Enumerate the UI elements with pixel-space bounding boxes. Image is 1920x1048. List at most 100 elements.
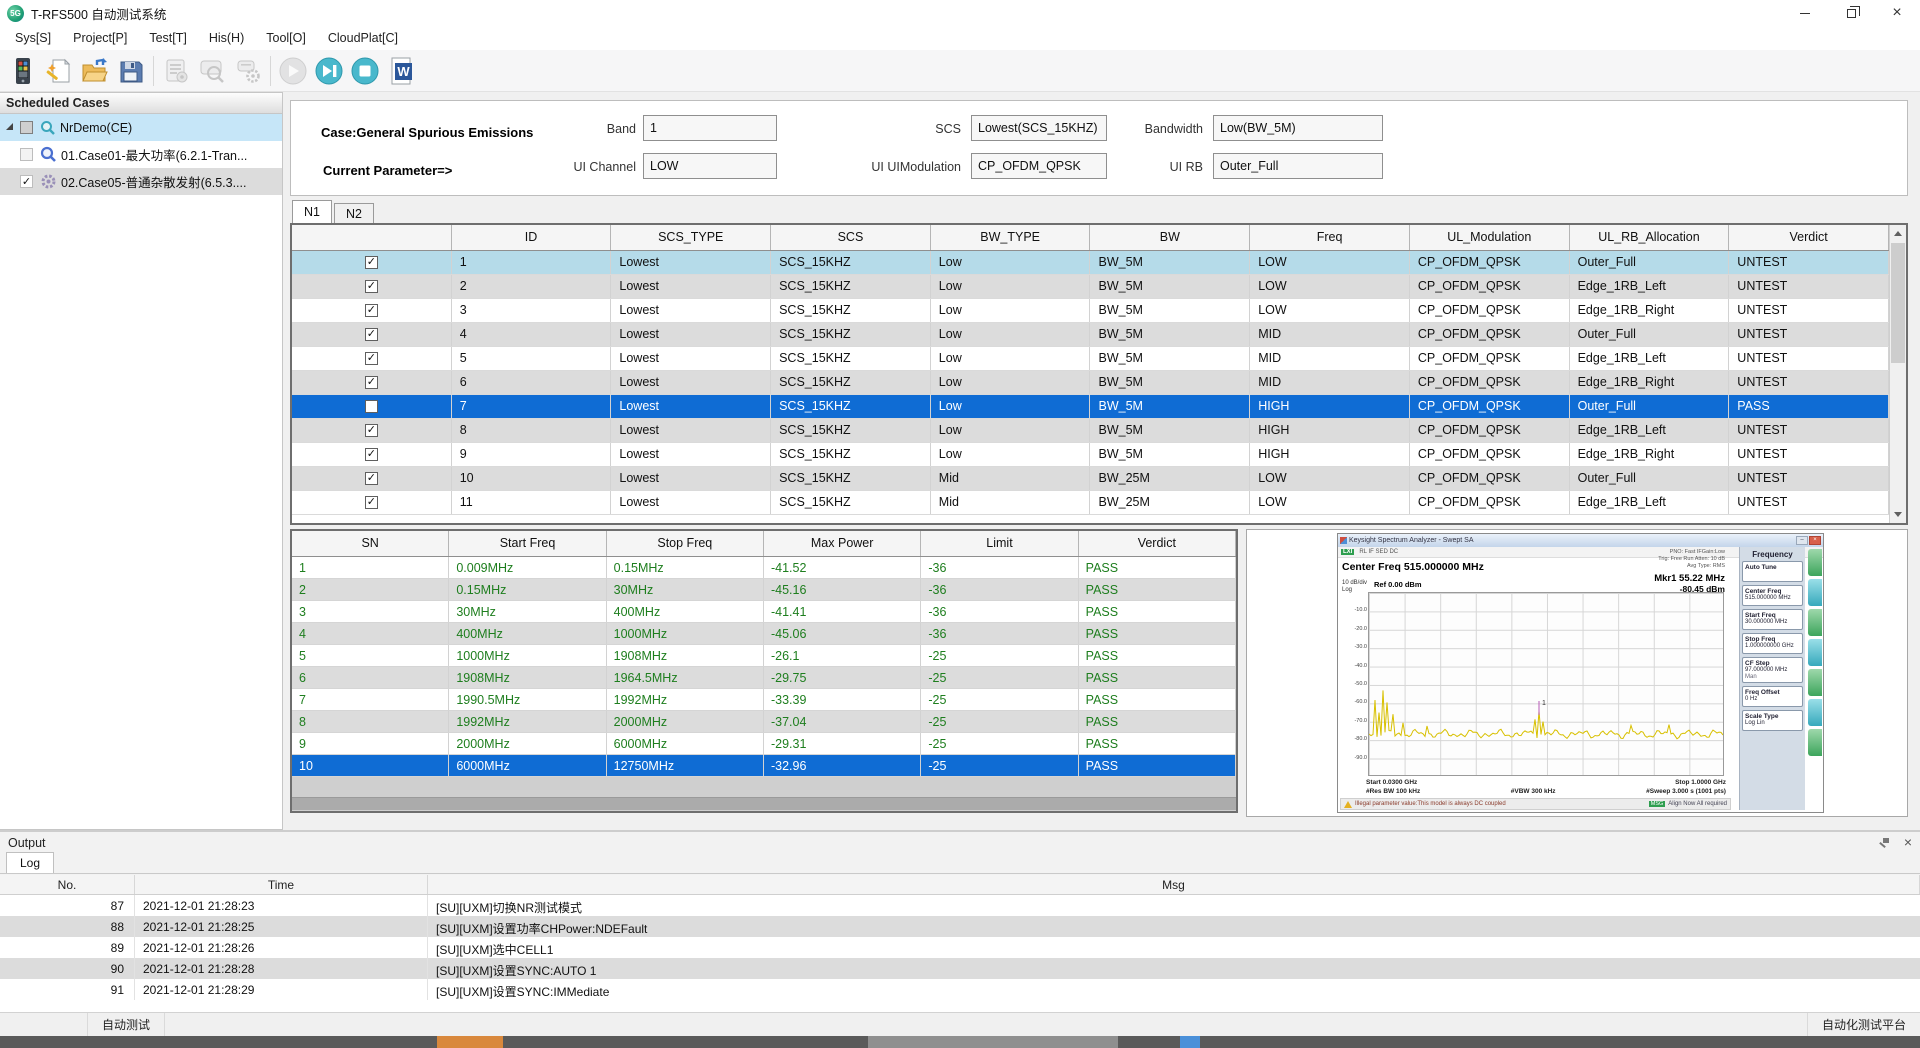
row-checkbox[interactable] [365,472,378,485]
tree-checkbox[interactable] [20,121,33,134]
resume-icon[interactable] [311,53,347,89]
cell: Lowest [611,371,771,394]
sidebar-header: Scheduled Cases [0,93,282,114]
table-row[interactable]: 1LowestSCS_15KHZLowBW_5MLOWCP_OFDM_QPSKO… [292,251,1889,275]
row-checkbox[interactable] [365,304,378,317]
scrollbar-thumb[interactable] [1891,243,1905,363]
tree-item-case01[interactable]: 01.Case01-最大功率(6.2.1-Tran... [0,141,282,168]
tab-log[interactable]: Log [6,852,54,873]
tab-n1[interactable]: N1 [292,200,332,223]
tree-expander-icon[interactable] [6,123,13,130]
scroll-down-button[interactable] [1890,506,1906,523]
ui-rb-field[interactable]: Outer_Full [1213,153,1383,179]
scroll-up-button[interactable] [1890,225,1906,242]
cell: MID [1250,371,1410,394]
log-row[interactable]: 902021-12-01 21:28:28[SU][UXM]设置SYNC:AUT… [0,958,1920,979]
minimize-button[interactable] [1782,0,1828,26]
row-checkbox[interactable] [365,448,378,461]
softkey-value: 515.000000 MHz [1745,595,1791,601]
log-row[interactable]: 912021-12-01 21:28:29[SU][UXM]设置SYNC:IMM… [0,979,1920,1000]
log-row[interactable]: 882021-12-01 21:28:25[SU][UXM]设置功率CHPowe… [0,916,1920,937]
cell: 4 [292,623,449,644]
table-row[interactable]: 71990.5MHz1992MHz-33.39-25PASS [292,689,1236,711]
menu-item-projectp[interactable]: Project[P] [62,28,138,48]
analyzer-title-bar: Keysight Spectrum Analyzer - Swept SA –× [1338,534,1823,547]
restore-button[interactable] [1828,0,1874,26]
device-phone-icon[interactable] [5,53,41,89]
table-row[interactable]: 2LowestSCS_15KHZLowBW_5MLOWCP_OFDM_QPSKE… [292,275,1889,299]
close-output-icon[interactable] [1904,836,1912,850]
save-icon[interactable] [113,53,149,89]
table-row[interactable]: 61908MHz1964.5MHz-29.75-25PASS [292,667,1236,689]
pin-icon[interactable] [1878,837,1890,849]
row-checkbox[interactable] [365,328,378,341]
vertical-scrollbar[interactable] [1889,225,1906,523]
table-row[interactable]: 8LowestSCS_15KHZLowBW_5MHIGHCP_OFDM_QPSK… [292,419,1889,443]
table-row[interactable]: 4400MHz1000MHz-45.06-36PASS [292,623,1236,645]
menu-item-cloudplatc[interactable]: CloudPlat[C] [317,28,409,48]
side-tab [1808,579,1822,606]
table-row[interactable]: 10LowestSCS_15KHZMidBW_25MLOWCP_OFDM_QPS… [292,467,1889,491]
table-row[interactable]: 10.009MHz0.15MHz-41.52-36PASS [292,557,1236,579]
close-button[interactable] [1874,0,1920,26]
softkey-title: Center Freq [1745,588,1800,595]
cell: 1000MHz [607,623,764,644]
tree-item-nrdemo[interactable]: NrDemo(CE) [0,114,282,141]
row-checkbox[interactable] [365,280,378,293]
analyzer-window-title: Keysight Spectrum Analyzer - Swept SA [1349,537,1474,544]
softkey-value: 30.000000 MHz [1745,619,1787,625]
table-row[interactable]: 92000MHz6000MHz-29.31-25PASS [292,733,1236,755]
tree-checkbox[interactable] [20,175,33,188]
log-row[interactable]: 872021-12-01 21:28:23[SU][UXM]切换NR测试模式 [0,895,1920,916]
bandwidth-field[interactable]: Low(BW_5M) [1213,115,1383,141]
menu-item-testt[interactable]: Test[T] [138,28,198,48]
checkbox-cell [292,467,452,490]
table-row[interactable]: 9LowestSCS_15KHZLowBW_5MHIGHCP_OFDM_QPSK… [292,443,1889,467]
ui-channel-field[interactable]: LOW [643,153,777,179]
cell: Lowest [611,323,771,346]
band-field[interactable]: 1 [643,115,777,141]
row-checkbox[interactable] [365,424,378,437]
table-row[interactable]: 5LowestSCS_15KHZLowBW_5MMIDCP_OFDM_QPSKE… [292,347,1889,371]
cell: CP_OFDM_QPSK [1410,443,1570,466]
table-row[interactable]: 6LowestSCS_15KHZLowBW_5MMIDCP_OFDM_QPSKE… [292,371,1889,395]
cell: 2 [292,579,449,600]
table-row[interactable]: 11LowestSCS_15KHZMidBW_25MLOWCP_OFDM_QPS… [292,491,1889,515]
column-header: Stop Freq [607,531,764,556]
cell: CP_OFDM_QPSK [1410,275,1570,298]
word-export-icon[interactable]: W [383,53,419,89]
log-row[interactable]: 892021-12-01 21:28:26[SU][UXM]选中CELL1 [0,937,1920,958]
cell: UNTEST [1729,443,1889,466]
table-footer-strip [292,797,1236,810]
cell: Edge_1RB_Left [1570,347,1730,370]
cell: 11 [452,491,612,514]
menu-item-hish[interactable]: His(H) [198,28,255,48]
cell: Lowest [611,395,771,418]
table-row[interactable]: 7LowestSCS_15KHZLowBW_5MHIGHCP_OFDM_QPSK… [292,395,1889,419]
cell: Edge_1RB_Left [1570,491,1730,514]
stop-icon[interactable] [347,53,383,89]
row-checkbox[interactable] [365,352,378,365]
table-row[interactable]: 106000MHz12750MHz-32.96-25PASS [292,755,1236,777]
play-icon [275,53,311,89]
table-row[interactable]: 4LowestSCS_15KHZLowBW_5MMIDCP_OFDM_QPSKO… [292,323,1889,347]
row-checkbox[interactable] [365,376,378,389]
menu-item-toolo[interactable]: Tool[O] [255,28,317,48]
menu-item-syss[interactable]: Sys[S] [4,28,62,48]
new-case-wizard-icon[interactable] [41,53,77,89]
table-row[interactable]: 20.15MHz30MHz-45.16-36PASS [292,579,1236,601]
tree-checkbox[interactable] [20,148,33,161]
table-row[interactable]: 81992MHz2000MHz-37.04-25PASS [292,711,1236,733]
table-row[interactable]: 51000MHz1908MHz-26.1-25PASS [292,645,1236,667]
row-checkbox[interactable] [365,256,378,269]
tree-item-case05[interactable]: 02.Case05-普通杂散发射(6.5.3.... [0,168,282,195]
cell: 1908MHz [449,667,606,688]
log-no: 87 [0,895,135,916]
row-checkbox[interactable] [365,496,378,509]
tab-n2[interactable]: N2 [334,203,374,223]
open-project-icon[interactable] [77,53,113,89]
table-row[interactable]: 330MHz400MHz-41.41-36PASS [292,601,1236,623]
table-row[interactable]: 3LowestSCS_15KHZLowBW_5MLOWCP_OFDM_QPSKE… [292,299,1889,323]
row-checkbox[interactable] [365,400,378,413]
cell: SCS_15KHZ [771,467,931,490]
